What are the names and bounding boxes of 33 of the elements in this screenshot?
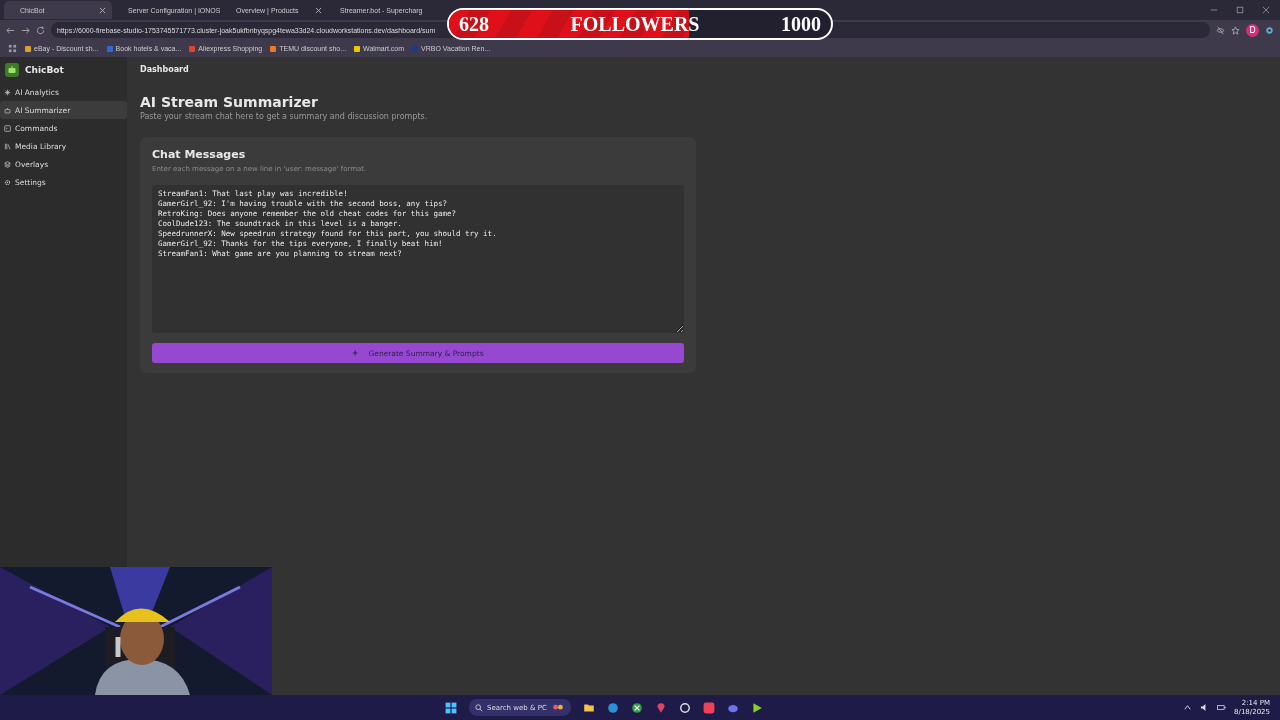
brand-name: ChicBot <box>25 65 64 75</box>
back-icon[interactable] <box>6 25 15 35</box>
sparkle-icon <box>4 88 11 96</box>
robot-icon <box>4 106 11 114</box>
settings-icon <box>4 178 11 186</box>
star-icon[interactable] <box>1231 25 1240 35</box>
card-title: Chat Messages <box>152 148 247 161</box>
layers-icon <box>4 160 11 168</box>
chevron-up-icon[interactable] <box>1183 703 1193 712</box>
maximize-icon[interactable] <box>1236 6 1244 14</box>
gear-icon[interactable] <box>1265 25 1274 35</box>
close-icon[interactable] <box>1262 6 1270 14</box>
profile-avatar[interactable]: D <box>1246 23 1259 37</box>
search-icon <box>475 703 483 712</box>
forward-icon[interactable] <box>21 25 30 35</box>
library-icon <box>4 142 11 150</box>
robot-logo-icon <box>5 63 19 77</box>
battery-icon[interactable] <box>1217 703 1227 712</box>
eye-off-icon[interactable] <box>1216 25 1225 35</box>
terminal-icon <box>4 124 11 132</box>
xbox-icon[interactable] <box>630 701 643 714</box>
close-icon[interactable] <box>99 6 106 14</box>
apps-grid-icon[interactable] <box>8 44 17 53</box>
play-icon[interactable] <box>750 701 763 714</box>
windows-start-icon[interactable] <box>445 701 457 714</box>
reload-icon[interactable] <box>36 25 45 35</box>
close-icon[interactable] <box>315 6 322 14</box>
folder-icon[interactable] <box>582 701 595 714</box>
breadcrumb: Dashboard <box>140 65 190 74</box>
page-subtitle: Paste your stream chat here to get a summary and discussion prompts. <box>140 112 429 121</box>
balloons-icon <box>550 703 565 712</box>
page-title: AI Stream Summarizer <box>140 94 319 110</box>
pin-icon[interactable] <box>654 701 667 714</box>
